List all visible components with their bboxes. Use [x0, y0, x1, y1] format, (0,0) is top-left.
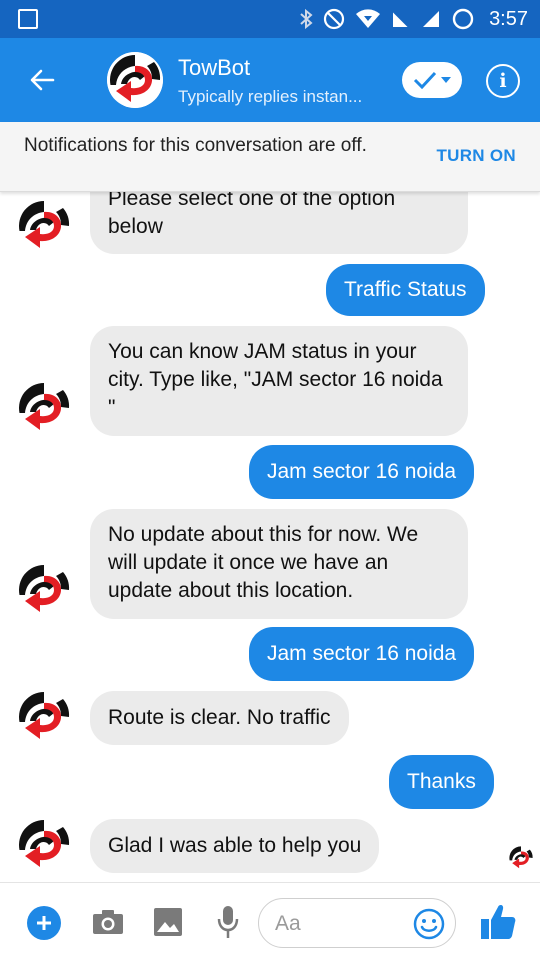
message-input[interactable]: [275, 909, 415, 939]
status-bar: 3:57: [0, 0, 540, 38]
avatar[interactable]: [107, 52, 163, 108]
status-icons: 3:57: [299, 0, 528, 38]
emoji-icon[interactable]: [413, 908, 445, 940]
bot-message[interactable]: You can know JAM status in your city. Ty…: [90, 326, 468, 436]
image-icon[interactable]: [153, 907, 183, 942]
check-icon: [413, 71, 437, 89]
bot-message[interactable]: Glad I was able to help you: [90, 819, 380, 873]
bot-message[interactable]: Please select one of the option below: [90, 192, 468, 254]
signal-icon: [421, 9, 441, 29]
seen-avatar: [508, 845, 534, 871]
bot-avatar[interactable]: [16, 562, 72, 618]
page-title[interactable]: TowBot: [178, 55, 250, 81]
user-message[interactable]: Thanks: [389, 755, 494, 809]
user-message[interactable]: Jam sector 16 noida: [249, 627, 475, 681]
user-message[interactable]: Jam sector 16 noida: [249, 445, 475, 499]
square-notification-icon: [18, 9, 38, 29]
chevron-down-icon: [441, 77, 451, 83]
bot-avatar[interactable]: [16, 817, 72, 873]
plus-icon[interactable]: [27, 906, 61, 940]
microphone-icon[interactable]: [217, 905, 239, 944]
bot-message[interactable]: Route is clear. No traffic: [90, 691, 349, 745]
do-not-disturb-icon: [323, 8, 345, 30]
back-arrow-icon: [30, 69, 55, 91]
message-list[interactable]: Please select one of the option below Tr…: [0, 192, 540, 882]
wifi-icon: [355, 9, 381, 29]
no-signal-icon: [391, 9, 411, 29]
notification-banner: Notifications for this conversation are …: [0, 122, 540, 192]
message-input-box[interactable]: [258, 898, 456, 948]
bot-message[interactable]: No update about this for now. We will up…: [90, 509, 468, 619]
info-icon[interactable]: i: [486, 64, 520, 98]
bluetooth-icon: [299, 8, 313, 30]
composer-bar: [0, 882, 540, 960]
turn-on-button[interactable]: TURN ON: [436, 146, 516, 166]
back-button[interactable]: [22, 60, 62, 100]
status-time: 3:57: [489, 7, 528, 30]
thumbs-up-icon[interactable]: [480, 903, 516, 941]
battery-saver-icon: [451, 7, 475, 31]
user-message[interactable]: Traffic Status: [326, 264, 485, 316]
notification-text: Notifications for this conversation are …: [24, 135, 367, 156]
reply-time-subtitle: Typically replies instan...: [178, 87, 363, 106]
bot-avatar[interactable]: [16, 689, 72, 745]
check-dropdown-button[interactable]: [402, 62, 462, 98]
conversation-header: TowBot Typically replies instan... i: [0, 38, 540, 122]
camera-icon[interactable]: [92, 909, 124, 940]
bot-avatar[interactable]: [16, 198, 72, 254]
bot-avatar[interactable]: [16, 380, 72, 436]
